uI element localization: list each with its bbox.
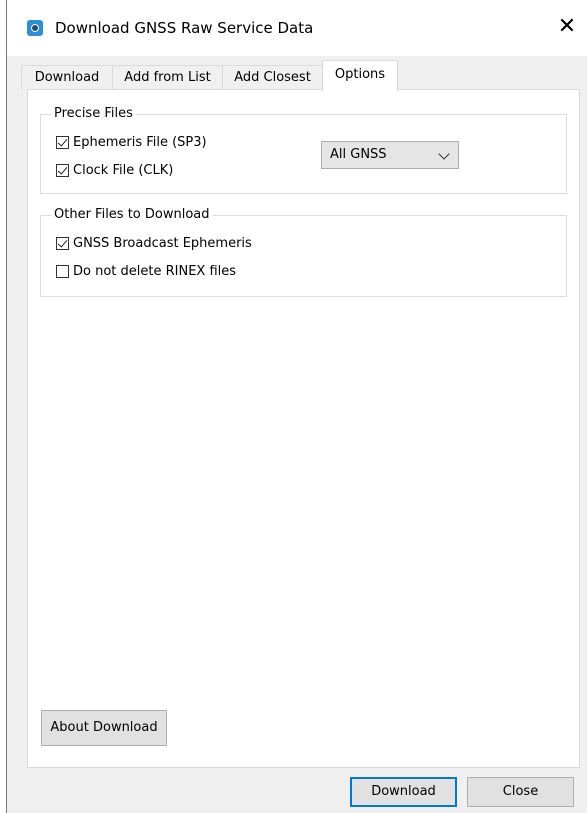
window-title: Download GNSS Raw Service Data — [55, 19, 314, 37]
broadcast-checkbox[interactable] — [56, 236, 69, 250]
other-files-legend: Other Files to Download — [51, 207, 213, 223]
precise-files-group: Precise Files — [40, 106, 567, 194]
clock-checkbox[interactable] — [56, 163, 69, 177]
broadcast-label: GNSS Broadcast Ephemeris — [73, 235, 252, 251]
precise-files-legend: Precise Files — [51, 106, 136, 122]
ephemeris-label: Ephemeris File (SP3) — [73, 134, 207, 150]
other-files-group: Other Files to Download — [40, 207, 567, 297]
clock-label: Clock File (CLK) — [73, 162, 174, 178]
keep-rinex-checkbox-row[interactable]: Do not delete RINEX files — [56, 261, 236, 281]
options-panel: Precise Files Ephemeris File (SP3) Clock… — [27, 89, 580, 768]
about-download-button[interactable]: About Download — [41, 710, 167, 746]
tab-add-from-list[interactable]: Add from List — [112, 65, 223, 90]
tab-options[interactable]: Options — [322, 60, 398, 91]
tab-download[interactable]: Download — [21, 65, 113, 90]
close-icon[interactable]: ✕ — [547, 10, 587, 46]
app-icon — [27, 20, 43, 36]
chevron-down-icon — [438, 148, 450, 160]
download-button[interactable]: Download — [350, 777, 457, 807]
broadcast-checkbox-row[interactable]: GNSS Broadcast Ephemeris — [56, 233, 252, 253]
ephemeris-checkbox-row[interactable]: Ephemeris File (SP3) — [56, 132, 207, 152]
tab-add-closest[interactable]: Add Closest — [222, 65, 323, 90]
close-button[interactable]: Close — [467, 777, 574, 807]
title-bar[interactable]: Download GNSS Raw Service Data ✕ — [7, 0, 587, 56]
keep-rinex-checkbox[interactable] — [56, 264, 69, 278]
ephemeris-checkbox[interactable] — [56, 135, 69, 149]
keep-rinex-label: Do not delete RINEX files — [73, 263, 237, 279]
tab-strip: Download Add from List Add Closest Optio… — [21, 60, 581, 91]
dialog-window: Download GNSS Raw Service Data ✕ Downloa… — [6, 0, 587, 813]
constellation-value: All GNSS — [330, 147, 387, 162]
constellation-select[interactable]: All GNSS — [321, 141, 459, 169]
clock-checkbox-row[interactable]: Clock File (CLK) — [56, 160, 173, 180]
